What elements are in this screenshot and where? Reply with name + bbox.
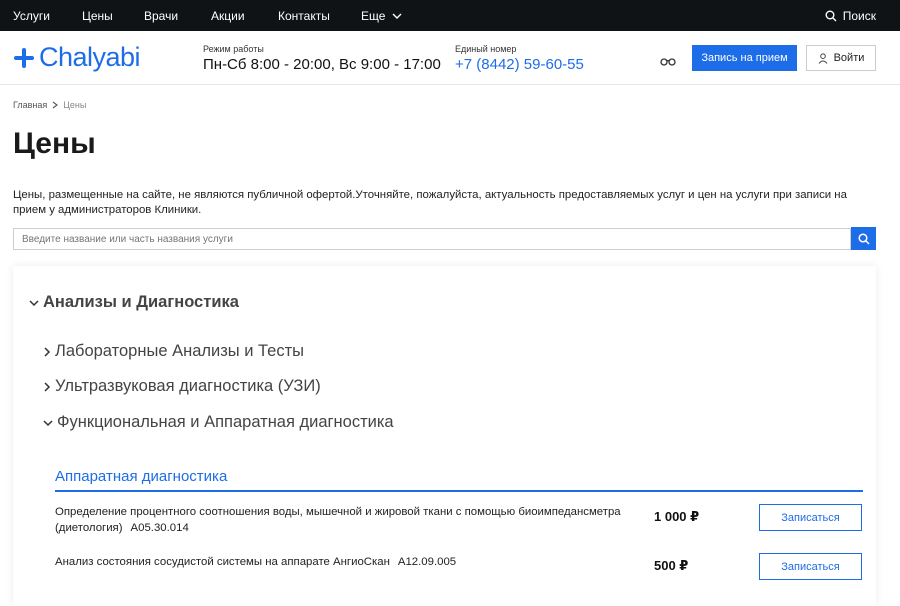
search-icon: [825, 10, 837, 22]
nav-item-doctors[interactable]: Врачи: [144, 9, 178, 23]
login-label: Войти: [833, 52, 865, 64]
glasses-icon: [660, 58, 676, 66]
subcategory-label: Лабораторные Анализы и Тесты: [55, 342, 305, 360]
phone-label: Единый номер: [455, 44, 517, 54]
chevron-right-icon: [44, 381, 51, 392]
nav-item-prices[interactable]: Цены: [82, 9, 113, 23]
subcategory-label: Ультразвуковая диагностика (УЗИ): [55, 377, 321, 395]
hours-value: Пн-Сб 8:00 - 20:00, Вс 9:00 - 17:00: [203, 56, 441, 73]
breadcrumb-current: Цены: [63, 100, 87, 110]
subcategory-laboratory[interactable]: Лабораторные Анализы и Тесты: [43, 342, 304, 361]
price-disclaimer: Цены, размещенные на сайте, не являются …: [13, 189, 847, 216]
service-search-button[interactable]: [851, 227, 876, 250]
book-appointment-button[interactable]: Запись на прием: [692, 45, 797, 71]
phone-link[interactable]: +7 (8442) 59-60-55: [455, 56, 584, 73]
logo-text: Chalyabi: [39, 42, 141, 72]
nav-item-promotions[interactable]: Акции: [211, 9, 245, 23]
nav-item-more[interactable]: Еще: [361, 9, 402, 23]
search-link-label: Поиск: [842, 9, 876, 23]
category-analyses-diagnostics[interactable]: Анализы и Диагностика: [29, 293, 239, 312]
low-vision-button[interactable]: [660, 53, 676, 71]
service-code: A05.30.014: [130, 522, 189, 534]
service-name: Определение процентного соотношения воды…: [55, 504, 645, 536]
logo[interactable]: Chalyabi: [13, 42, 141, 73]
service-name: Анализ состояния сосудистой системы на а…: [55, 554, 645, 570]
breadcrumb-home[interactable]: Главная: [13, 100, 47, 110]
nav-item-contacts[interactable]: Контакты: [278, 9, 330, 23]
site-header: Chalyabi Режим работы Пн-Сб 8:00 - 20:00…: [0, 31, 900, 85]
chevron-down-icon: [43, 419, 53, 426]
search-link[interactable]: Поиск: [825, 9, 876, 23]
service-price: 1 000 ₽: [654, 509, 700, 524]
login-button[interactable]: Войти: [806, 45, 876, 71]
chevron-down-icon: [392, 13, 402, 19]
sign-up-button[interactable]: Записаться: [759, 553, 862, 580]
subcategory-ultrasound[interactable]: Ультразвуковая диагностика (УЗИ): [43, 377, 321, 396]
subcategory-label: Функциональная и Аппаратная диагностика: [57, 413, 394, 431]
section-divider: [55, 490, 863, 492]
chevron-right-icon: [44, 346, 51, 357]
service-price: 500 ₽: [654, 558, 689, 573]
chevron-down-icon: [29, 299, 39, 306]
category-label: Анализы и Диагностика: [43, 293, 239, 311]
service-code: A12.09.005: [397, 556, 457, 568]
chevron-right-icon: [52, 101, 59, 109]
nav-item-more-label: Еще: [361, 9, 386, 23]
search-icon: [857, 232, 870, 245]
nav-item-services[interactable]: Услуги: [13, 9, 50, 23]
section-title: Аппаратная диагностика: [55, 468, 228, 485]
service-name-text: Анализ состояния сосудистой системы на а…: [55, 556, 390, 568]
hours-label: Режим работы: [203, 44, 264, 54]
price-list-card: Анализы и Диагностика Лабораторные Анали…: [13, 266, 876, 606]
cross-logo-icon: [14, 47, 34, 68]
user-icon: [818, 52, 827, 64]
service-search-input[interactable]: [13, 228, 851, 250]
subcategory-functional[interactable]: Функциональная и Аппаратная диагностика: [43, 413, 394, 432]
page-title: Цены: [13, 127, 96, 160]
breadcrumb: Главная Цены: [13, 100, 86, 110]
sign-up-button[interactable]: Записаться: [759, 504, 862, 531]
top-navigation: Услуги Цены Врачи Акции Контакты Еще Пои…: [0, 0, 900, 31]
